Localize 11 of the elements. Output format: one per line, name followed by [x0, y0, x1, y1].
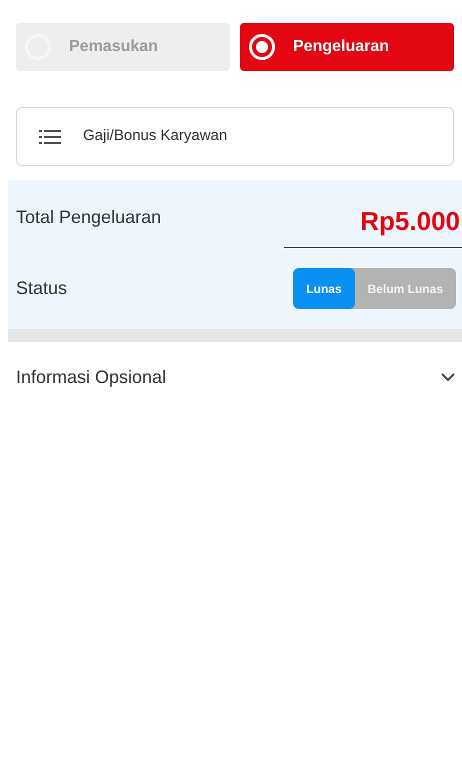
status-label: Status — [16, 277, 68, 300]
category-field[interactable]: Gaji/Bonus Karyawan — [16, 107, 454, 166]
total-label: Total Pengeluaran — [16, 206, 162, 229]
total-field[interactable]: Rp5.000 — [284, 202, 462, 248]
radio-icon — [249, 34, 275, 60]
type-option[interactable]: Pengeluaran — [240, 23, 454, 71]
list-icon — [39, 130, 61, 144]
type-option[interactable]: Pemasukan — [16, 23, 230, 71]
chevron-icon — [440, 372, 456, 382]
optional-section-header[interactable]: Informasi Opsional — [8, 342, 462, 412]
status-option[interactable]: Lunas — [293, 268, 355, 309]
